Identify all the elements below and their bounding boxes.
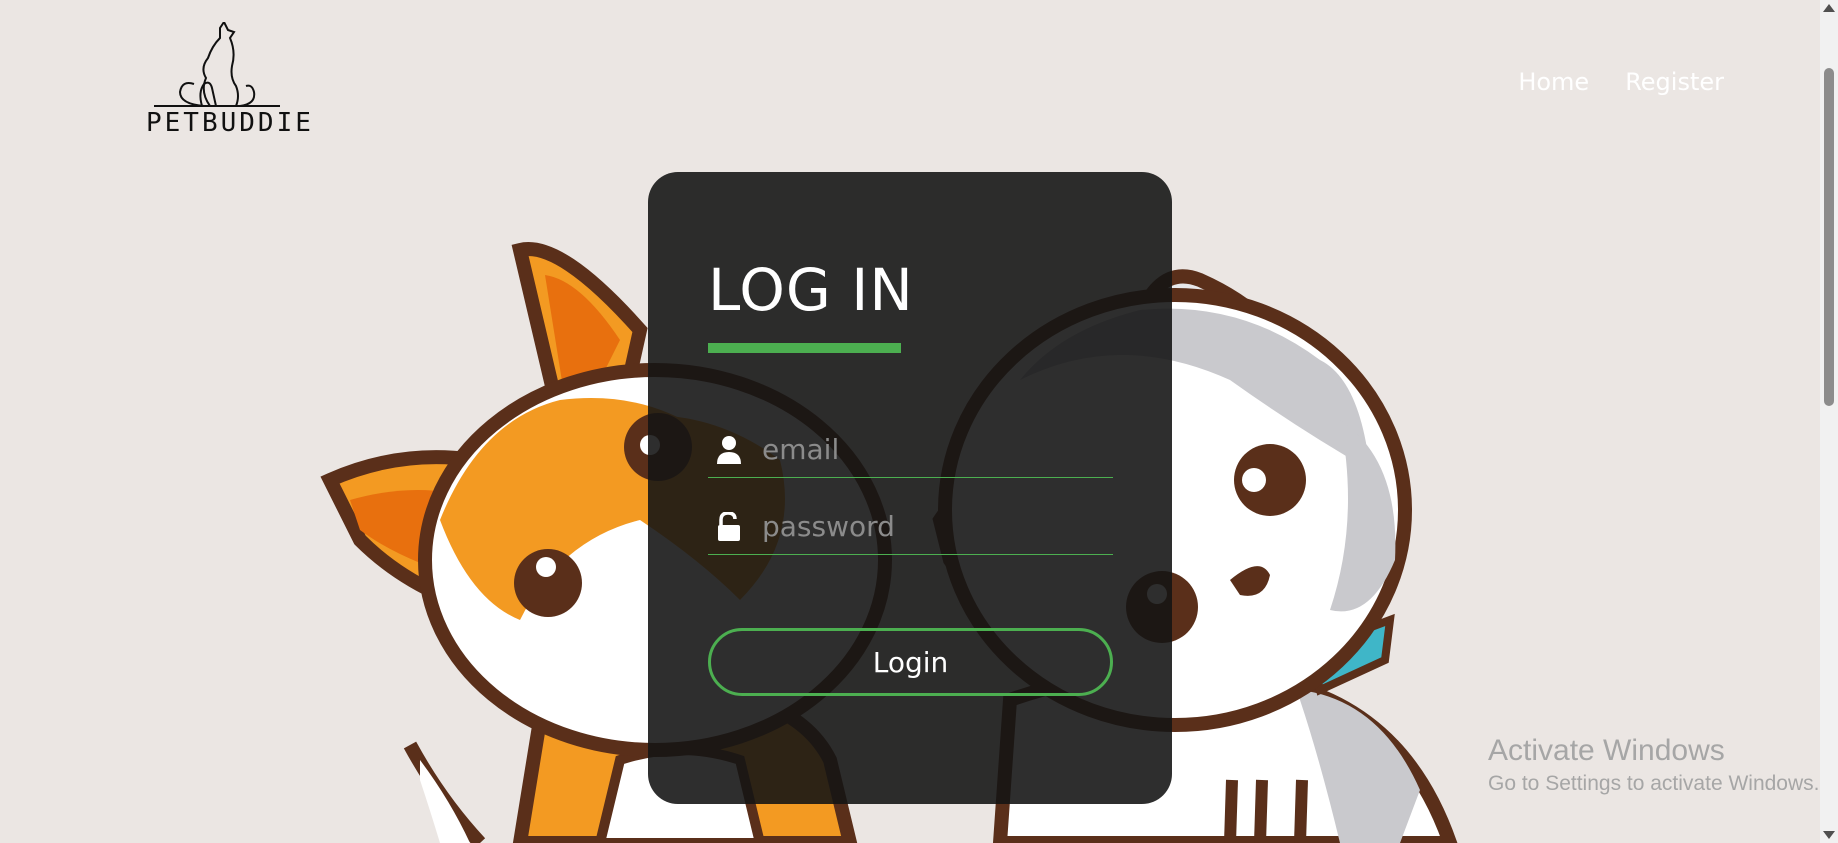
scroll-up-arrow-icon[interactable]: [1823, 4, 1835, 12]
login-card: LOG IN Login: [648, 172, 1172, 804]
unlock-icon: [718, 512, 740, 541]
nav-link-home[interactable]: Home: [1518, 68, 1589, 96]
password-input[interactable]: [760, 502, 1114, 550]
vertical-scrollbar[interactable]: [1820, 0, 1838, 843]
title-underline: [708, 343, 901, 353]
activate-windows-watermark: Activate Windows Go to Settings to activ…: [1488, 734, 1820, 796]
email-input[interactable]: [760, 425, 1114, 473]
pet-silhouette-icon: [154, 22, 280, 107]
watermark-subtitle: Go to Settings to activate Windows.: [1488, 772, 1820, 795]
brand-logo[interactable]: PETBUDDIE: [146, 22, 314, 142]
login-button[interactable]: Login: [708, 628, 1113, 696]
scroll-down-arrow-icon[interactable]: [1823, 831, 1835, 839]
brand-logo-text: PETBUDDIE: [146, 108, 314, 138]
watermark-title: Activate Windows: [1488, 734, 1725, 767]
login-title: LOG IN: [708, 256, 914, 324]
nav-link-register[interactable]: Register: [1625, 68, 1724, 96]
email-field-container: [708, 425, 1114, 478]
user-icon: [717, 436, 741, 464]
password-field-container: [708, 502, 1114, 555]
scrollbar-thumb[interactable]: [1824, 68, 1834, 406]
top-nav: Home Register: [1518, 68, 1724, 96]
page: PETBUDDIE Home Register LOG IN Login Act…: [0, 0, 1838, 843]
